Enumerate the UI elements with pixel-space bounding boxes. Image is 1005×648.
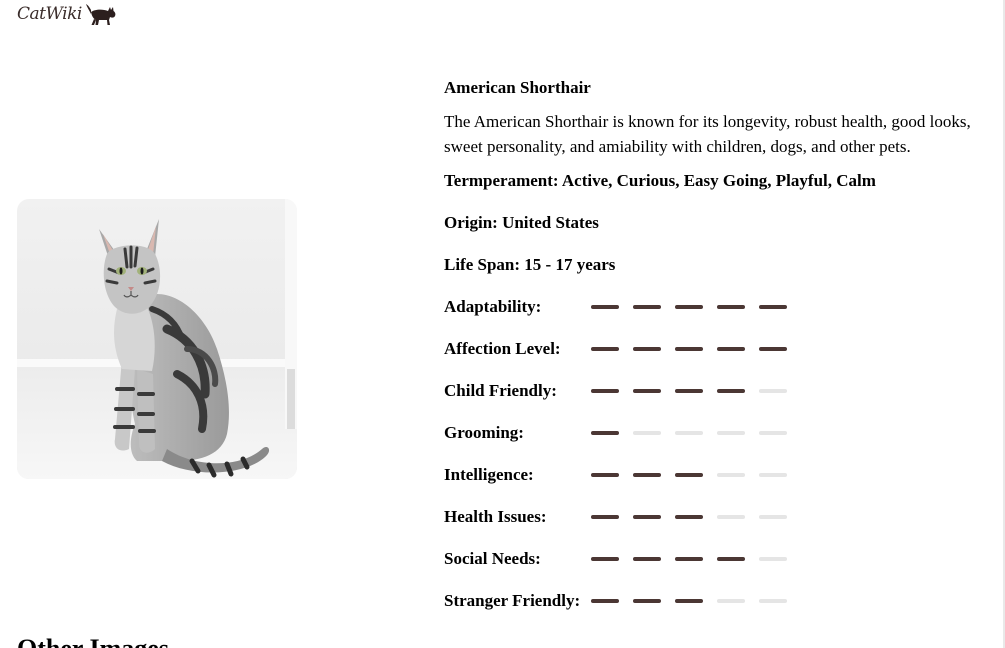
rating-bar-empty <box>633 431 661 435</box>
rating-bar-empty <box>759 431 787 435</box>
rating-bar-filled <box>591 557 619 561</box>
rating-bar-filled <box>675 473 703 477</box>
rating-bars <box>591 505 801 529</box>
cat-photo <box>17 199 297 479</box>
rating-bar-filled <box>633 389 661 393</box>
rating-label: Child Friendly: <box>444 381 557 400</box>
rating-bars <box>591 379 801 403</box>
rating-bars <box>591 421 801 445</box>
rating-bar-filled <box>759 347 787 351</box>
rating-bar-filled <box>717 347 745 351</box>
breed-temperament: Termperament: Active, Curious, Easy Goin… <box>444 171 876 190</box>
rating-row-grooming: Grooming: <box>444 421 984 463</box>
rating-bar-filled <box>717 305 745 309</box>
rating-bar-filled <box>675 347 703 351</box>
rating-bar-filled <box>633 347 661 351</box>
rating-bar-empty <box>759 599 787 603</box>
rating-bar-empty <box>759 473 787 477</box>
rating-row-affection-level: Affection Level: <box>444 337 984 379</box>
rating-bar-empty <box>717 515 745 519</box>
rating-row-stranger-friendly: Stranger Friendly: <box>444 589 984 631</box>
rating-bar-filled <box>675 557 703 561</box>
rating-bar-filled <box>591 389 619 393</box>
rating-bar-filled <box>717 389 745 393</box>
rating-bar-empty <box>675 431 703 435</box>
rating-bar-filled <box>591 305 619 309</box>
rating-label: Intelligence: <box>444 465 534 484</box>
rating-bar-filled <box>759 305 787 309</box>
rating-bar-filled <box>591 473 619 477</box>
rating-label: Adaptability: <box>444 297 542 316</box>
rating-bar-empty <box>759 557 787 561</box>
rating-bar-filled <box>717 557 745 561</box>
rating-label: Grooming: <box>444 423 524 442</box>
rating-bar-filled <box>591 515 619 519</box>
rating-bar-filled <box>633 599 661 603</box>
rating-row-social-needs: Social Needs: <box>444 547 984 589</box>
rating-bars <box>591 295 801 319</box>
rating-bar-empty <box>759 389 787 393</box>
rating-bars <box>591 589 801 613</box>
breed-description: The American Shorthair is known for its … <box>444 112 971 156</box>
logo-text: CatWiki <box>17 4 82 24</box>
rating-bar-filled <box>675 599 703 603</box>
breed-name: American Shorthair <box>444 78 591 97</box>
rating-bar-filled <box>675 389 703 393</box>
rating-bar-filled <box>591 599 619 603</box>
rating-bar-empty <box>759 515 787 519</box>
breed-life-span: Life Span: 15 - 17 years <box>444 255 616 274</box>
rating-bar-filled <box>591 347 619 351</box>
breed-ratings: Adaptability: Affection Level: Child Fri… <box>444 295 984 631</box>
rating-label: Health Issues: <box>444 507 547 526</box>
rating-bars <box>591 337 801 361</box>
rating-row-intelligence: Intelligence: <box>444 463 984 505</box>
rating-row-health-issues: Health Issues: <box>444 505 984 547</box>
rating-bar-filled <box>675 515 703 519</box>
cat-icon <box>85 4 116 25</box>
breed-details: American Shorthair The American Shorthai… <box>444 76 984 631</box>
rating-bar-empty <box>717 431 745 435</box>
rating-bar-filled <box>633 305 661 309</box>
breed-photo <box>17 199 297 479</box>
other-images-heading: Other Images <box>17 634 169 648</box>
rating-row-adaptability: Adaptability: <box>444 295 984 337</box>
rating-bar-filled <box>633 515 661 519</box>
rating-bars <box>591 547 801 571</box>
rating-bar-filled <box>633 473 661 477</box>
rating-bar-empty <box>717 473 745 477</box>
rating-label: Stranger Friendly: <box>444 591 581 610</box>
rating-bar-empty <box>717 599 745 603</box>
rating-bars <box>591 463 801 487</box>
rating-bar-filled <box>633 557 661 561</box>
rating-bar-filled <box>675 305 703 309</box>
rating-label: Social Needs: <box>444 549 541 568</box>
rating-label: Affection Level: <box>444 339 561 358</box>
breed-origin: Origin: United States <box>444 213 599 232</box>
rating-bar-filled <box>591 431 619 435</box>
rating-row-child-friendly: Child Friendly: <box>444 379 984 421</box>
catwiki-logo[interactable]: CatWiki <box>17 0 119 26</box>
